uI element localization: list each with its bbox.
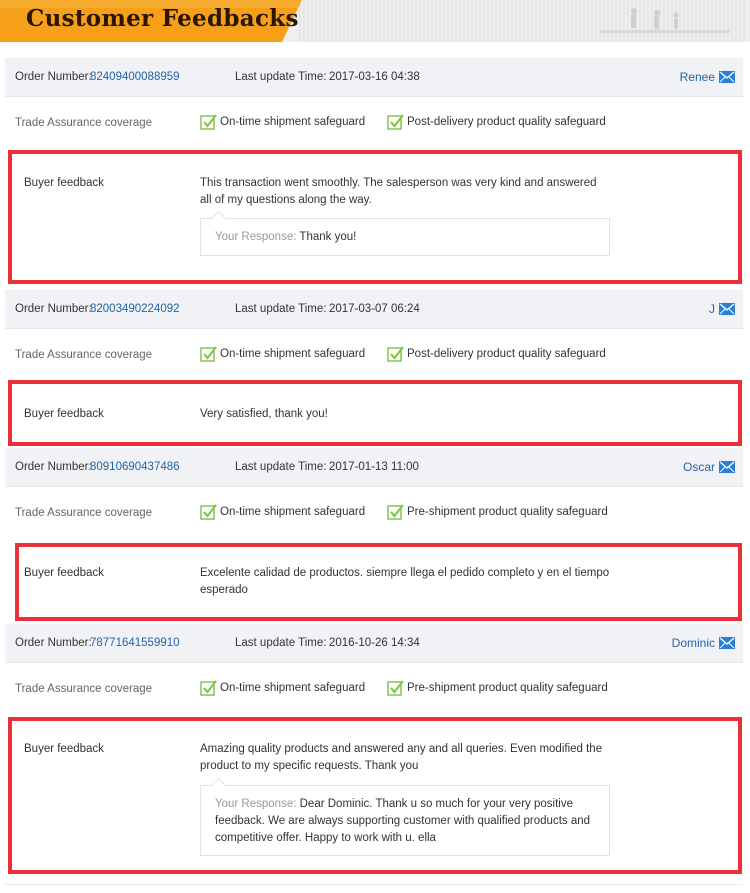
feedback-section: Buyer feedback Excelente calidad de prod… xyxy=(5,539,743,620)
buyer-contact[interactable]: Dominic xyxy=(672,636,735,650)
buyer-feedback-label: Buyer feedback xyxy=(24,177,104,189)
trade-assurance-label: Trade Assurance coverage xyxy=(15,683,153,695)
buyer-contact[interactable]: Renee xyxy=(680,70,735,84)
check-box-icon xyxy=(200,114,217,130)
page-title: Customer Feedbacks xyxy=(26,5,299,32)
your-response-label: Your Response: xyxy=(215,798,297,810)
trade-assurance-label: Trade Assurance coverage xyxy=(15,507,153,519)
order-number-label: Order Number: xyxy=(15,71,92,83)
buyer-feedback-text: Very satisfied, thank you! xyxy=(200,408,328,420)
feedback-card: Order Number: 80910690437486 Last update… xyxy=(5,448,743,620)
check-box-icon xyxy=(200,680,217,696)
buyer-name-link[interactable]: Oscar xyxy=(683,460,715,474)
last-update-time: 2017-01-13 11:00 xyxy=(329,461,419,473)
safeguard-label: On-time shipment safeguard xyxy=(220,116,366,128)
buyer-feedback-text: This transaction went smoothly. The sale… xyxy=(200,177,597,206)
order-number-link[interactable]: 82003490224092 xyxy=(90,303,180,315)
divider xyxy=(5,884,743,885)
safeguard-label: Post-delivery product quality safeguard xyxy=(407,348,606,360)
feedback-card: Order Number: 82003490224092 Last update… xyxy=(5,290,743,445)
envelope-icon[interactable] xyxy=(719,71,735,83)
last-update-time: 2016-10-26 14:34 xyxy=(329,637,420,649)
seller-response: Your Response: Dear Dominic. Thank u so … xyxy=(200,785,610,856)
buyer-feedback-label: Buyer feedback xyxy=(24,408,104,420)
last-update-label: Last update Time: xyxy=(235,637,327,649)
check-box-icon xyxy=(387,114,404,130)
safeguard-label: Pre-shipment product quality safeguard xyxy=(407,506,608,518)
last-update-label: Last update Time: xyxy=(235,303,327,315)
order-number-label: Order Number: xyxy=(15,303,92,315)
trade-assurance-row: Trade Assurance coverage On-time shipmen… xyxy=(5,487,743,539)
order-header: Order Number: 80910690437486 Last update… xyxy=(5,448,743,487)
envelope-icon[interactable] xyxy=(719,461,735,473)
last-update-label: Last update Time: xyxy=(235,461,327,473)
feedback-section: Buyer feedback Very satisfied, thank you… xyxy=(5,381,743,445)
buyer-name-link[interactable]: Renee xyxy=(680,70,715,84)
buyer-contact[interactable]: J xyxy=(709,302,735,316)
safeguard-label: On-time shipment safeguard xyxy=(220,348,366,360)
order-header: Order Number: 78771641559910 Last update… xyxy=(5,624,743,663)
feedback-card: Order Number: 78771641559910 Last update… xyxy=(5,624,743,874)
safeguard-label: Post-delivery product quality safeguard xyxy=(407,116,606,128)
trade-assurance-label: Trade Assurance coverage xyxy=(15,349,153,361)
last-update-label: Last update Time: xyxy=(235,71,327,83)
trade-assurance-label: Trade Assurance coverage xyxy=(15,117,153,129)
check-box-icon xyxy=(200,504,217,520)
seller-response: Your Response: Thank you! xyxy=(200,218,610,256)
safeguard-label: On-time shipment safeguard xyxy=(220,506,366,518)
feedback-section: Buyer feedback This transaction went smo… xyxy=(5,149,743,286)
check-box-icon xyxy=(387,504,404,520)
buyer-feedback-text: Amazing quality products and answered an… xyxy=(200,743,603,772)
buyer-name-link[interactable]: J xyxy=(709,302,715,316)
last-update-time: 2017-03-16 04:38 xyxy=(329,71,420,83)
buyer-contact[interactable]: Oscar xyxy=(683,460,735,474)
check-box-icon xyxy=(387,346,404,362)
order-number-label: Order Number: xyxy=(15,461,92,473)
buyer-name-link[interactable]: Dominic xyxy=(672,636,715,650)
buyer-feedback-label: Buyer feedback xyxy=(24,567,104,579)
trade-assurance-row: Trade Assurance coverage On-time shipmen… xyxy=(5,663,743,715)
header-banner: Customer Feedbacks xyxy=(0,0,750,42)
check-box-icon xyxy=(200,346,217,362)
last-update-time: 2017-03-07 06:24 xyxy=(329,303,420,315)
response-text: Thank you! xyxy=(299,231,357,243)
trade-assurance-row: Trade Assurance coverage On-time shipmen… xyxy=(5,329,743,381)
buyer-feedback-label: Buyer feedback xyxy=(24,743,104,755)
order-number-link[interactable]: 78771641559910 xyxy=(90,637,180,649)
order-number-label: Order Number: xyxy=(15,637,92,649)
buyer-feedback-text: Excelente calidad de productos. siempre … xyxy=(200,567,610,596)
safeguard-label: Pre-shipment product quality safeguard xyxy=(407,682,608,694)
order-header: Order Number: 82003490224092 Last update… xyxy=(5,290,743,329)
check-box-icon xyxy=(387,680,404,696)
safeguard-label: On-time shipment safeguard xyxy=(220,682,366,694)
your-response-label: Your Response: xyxy=(215,231,297,243)
feedback-section: Buyer feedback Amazing quality products … xyxy=(5,715,743,874)
envelope-icon[interactable] xyxy=(719,637,735,649)
envelope-icon[interactable] xyxy=(719,303,735,315)
order-number-link[interactable]: 82409400088959 xyxy=(90,71,180,83)
trade-assurance-row: Trade Assurance coverage On-time shipmen… xyxy=(5,97,743,149)
order-number-link[interactable]: 80910690437486 xyxy=(90,461,180,473)
order-header: Order Number: 82409400088959 Last update… xyxy=(5,58,743,97)
feedback-card: Order Number: 82409400088959 Last update… xyxy=(5,58,743,286)
